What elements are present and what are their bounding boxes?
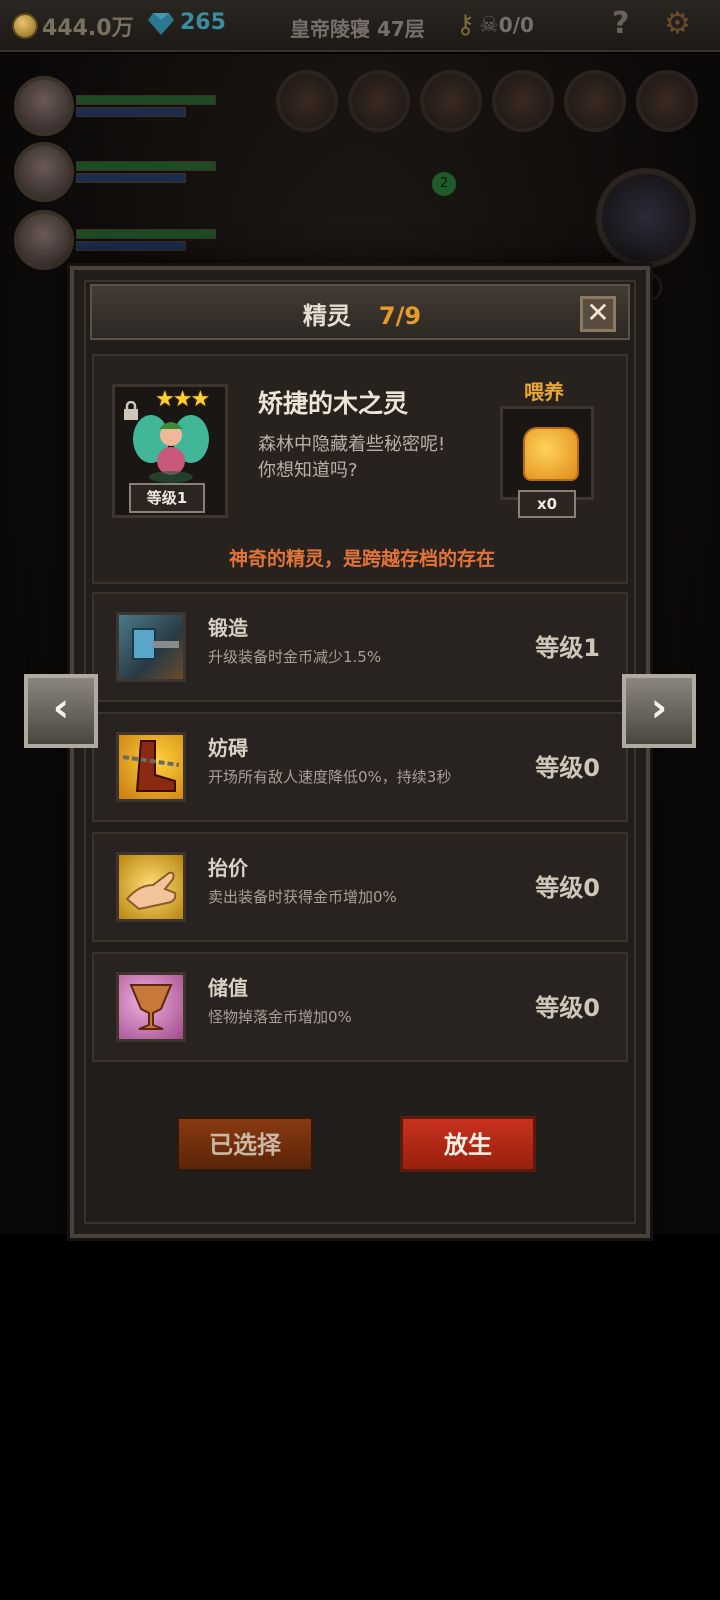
dialog-title: 精灵 7/9 [92, 296, 632, 331]
hp-bar [76, 161, 216, 171]
gold-counter: 444.0万 [12, 10, 134, 42]
skill-description: 卖出装备时获得金币增加0% [208, 888, 397, 906]
skill-card-hinder[interactable]: 妨碍 开场所有敌人速度降低0%，持续3秒 等级0 [92, 712, 628, 822]
gem-counter: 265 [148, 10, 226, 35]
help-button[interactable]: ? [612, 6, 629, 41]
pet-portrait-frame[interactable]: ★★★ 等级1 [112, 384, 228, 518]
mp-bar [76, 173, 186, 183]
hero-portrait [14, 76, 74, 136]
slot-beast [564, 70, 626, 132]
slot-carrot [348, 70, 410, 132]
key-icon: ⚷ [456, 10, 476, 40]
skull-icon: ☠ [479, 12, 499, 38]
diamond-icon [148, 12, 174, 35]
hero-slot-1 [14, 76, 216, 136]
slot-bell [492, 70, 554, 132]
help-icon: ? [612, 6, 630, 41]
bread-icon [523, 427, 579, 481]
slot-coffin [276, 70, 338, 132]
skill-level: 等级0 [535, 754, 600, 782]
gem-amount: 265 [180, 10, 226, 35]
skill-name: 妨碍 [208, 736, 248, 760]
dialog-header: 精灵 7/9 ✕ [90, 284, 630, 340]
top-bar: 444.0万 265 皇帝陵寝 47层 ⚷ ☠ 0/0 ? ⚙ [0, 0, 720, 52]
settings-button[interactable]: ⚙ [664, 6, 691, 41]
close-button[interactable]: ✕ [580, 296, 616, 332]
skill-card-raise-price[interactable]: 抬价 卖出装备时获得金币增加0% 等级0 [92, 832, 628, 942]
mp-bar [76, 241, 186, 251]
hero-portrait [14, 142, 74, 202]
gold-coin-icon [12, 13, 38, 39]
pet-tagline: 神奇的精灵，是跨越存档的存在 [228, 548, 495, 570]
wood-fairy-icon [133, 415, 209, 483]
rarity-stars: ★★★ [155, 387, 210, 412]
hammer-icon [116, 612, 186, 682]
hp-bar [76, 229, 216, 239]
mp-bar [76, 107, 186, 117]
gear-icon: ⚙ [664, 6, 691, 41]
prev-pet-button[interactable]: ‹ [24, 674, 98, 748]
gold-amount: 444.0万 [42, 16, 134, 41]
pet-name: 矫捷的木之灵 [258, 389, 409, 418]
pet-level-badge: 等级1 [129, 483, 205, 513]
green-badge: 2 [432, 172, 456, 196]
skill-name: 抬价 [208, 856, 248, 880]
feed-button[interactable] [500, 406, 594, 500]
open-hand-icon [116, 852, 186, 922]
keys-counter: ⚷ ☠ 0/0 [456, 10, 534, 40]
goblet-icon [116, 972, 186, 1042]
hero-slot-3 [14, 210, 216, 270]
slot-pig [636, 70, 698, 132]
hp-bar [76, 95, 216, 105]
pet-count: 7/9 [378, 302, 422, 330]
chained-boot-icon [116, 732, 186, 802]
release-button[interactable]: 放生 [400, 1116, 536, 1172]
skill-card-forge[interactable]: 锻造 升级装备时金币减少1.5% 等级1 [92, 592, 628, 702]
pet-info-panel: ★★★ 等级1 矫捷的木之灵 森林中隐藏着些秘密呢! 你想知道吗? 喂养 x0 … [92, 354, 628, 584]
skill-name: 锻造 [208, 616, 248, 640]
floor-text: 皇帝陵寝 47层 [290, 17, 425, 41]
selected-button[interactable]: 已选择 [176, 1116, 314, 1172]
skill-level: 等级1 [535, 634, 600, 662]
feed-label: 喂养 [524, 380, 564, 404]
pet-desc-line-1: 森林中隐藏着些秘密呢! [258, 434, 446, 455]
floor-label: 皇帝陵寝 47层 [290, 13, 425, 42]
fairy-slot [596, 168, 696, 268]
next-pet-button[interactable]: › [622, 674, 696, 748]
keys-count: 0/0 [498, 13, 534, 37]
slot-box [420, 70, 482, 132]
pet-description: 森林中隐藏着些秘密呢! 你想知道吗? [258, 432, 488, 484]
skill-card-savings[interactable]: 储值 怪物掉落金币增加0% 等级0 [92, 952, 628, 1062]
skill-description: 开场所有敌人速度降低0%，持续3秒 [208, 768, 452, 786]
skill-level: 等级0 [535, 994, 600, 1022]
hero-portrait [14, 210, 74, 270]
pet-desc-line-2: 你想知道吗? [258, 460, 358, 481]
skill-description: 升级装备时金币减少1.5% [208, 648, 382, 666]
title-text: 精灵 [302, 302, 351, 330]
skill-name: 储值 [208, 976, 248, 1000]
skill-description: 怪物掉落金币增加0% [208, 1008, 352, 1026]
pet-dialog: 精灵 7/9 ✕ ★★★ 等级1 矫捷的木之灵 森林中隐藏着些秘密呢! 你想知道吗… [70, 266, 650, 1238]
hero-slot-2 [14, 142, 216, 202]
skill-level: 等级0 [535, 874, 600, 902]
feed-count: x0 [518, 490, 576, 518]
